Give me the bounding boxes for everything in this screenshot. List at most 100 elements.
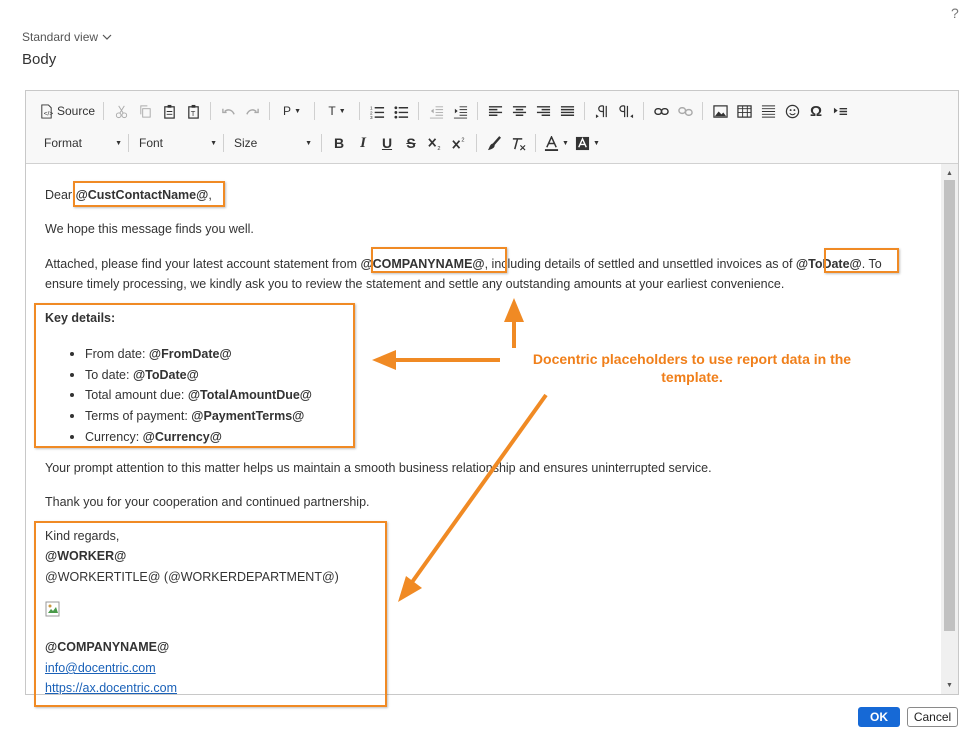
text-direction-ltr-icon <box>595 104 607 118</box>
align-right-button[interactable] <box>531 99 555 123</box>
superscript-button[interactable]: 2 <box>447 131 471 155</box>
paste-button[interactable] <box>157 99 181 123</box>
svg-text:3: 3 <box>370 115 373 119</box>
paste-text-button[interactable]: T <box>181 99 205 123</box>
caret-down-icon: ▼ <box>562 139 569 147</box>
subscript-button[interactable]: 2 <box>423 131 447 155</box>
align-justify-icon <box>560 105 574 116</box>
align-center-button[interactable] <box>507 99 531 123</box>
editor-toolbar: </> Source T P ▼ T ▼ 123 Ω Format ▼ Font… <box>26 91 958 164</box>
key-detail-item: Terms of payment: @PaymentTerms@ <box>67 406 312 427</box>
font-label: Font <box>139 136 164 150</box>
greeting-prefix: Dear <box>45 188 76 202</box>
strikethrough-button[interactable]: S <box>399 131 423 155</box>
clipboard-icon <box>163 104 175 119</box>
unlink-button[interactable] <box>673 99 697 123</box>
emoji-button[interactable] <box>780 99 804 123</box>
underline-button[interactable]: U <box>375 131 399 155</box>
caret-down-icon: ▼ <box>294 107 301 115</box>
indent-button[interactable] <box>448 99 472 123</box>
scrollbar-thumb[interactable] <box>944 180 955 631</box>
align-left-button[interactable] <box>483 99 507 123</box>
help-button[interactable]: ? <box>951 5 959 21</box>
format-combo[interactable]: Format ▼ <box>36 131 126 155</box>
key-detail-placeholder: @ToDate@ <box>132 367 199 382</box>
text-label: T <box>328 104 336 118</box>
intro-line: We hope this message finds you well. <box>45 222 254 236</box>
placeholder-companyname: @COMPANYNAME@ <box>360 257 485 271</box>
rtl-button[interactable] <box>614 99 638 123</box>
align-center-icon <box>512 105 526 116</box>
email-link[interactable]: info@docentric.com <box>45 661 156 675</box>
key-detail-label: From date: <box>85 347 149 361</box>
web-link[interactable]: https://ax.docentric.com <box>45 681 177 694</box>
processing-line: ensure timely processing, we kindly ask … <box>45 277 785 291</box>
key-detail-label: Total amount due: <box>85 388 188 403</box>
placeholder-worker: @WORKER@ <box>45 549 127 563</box>
copy-icon <box>139 104 151 118</box>
paragraph-dropdown[interactable]: P ▼ <box>275 99 309 123</box>
text-color-button[interactable]: ▼ <box>541 131 572 155</box>
bold-icon: B <box>333 135 345 151</box>
scroll-up-icon[interactable]: ▲ <box>941 166 958 180</box>
text-direction-rtl-icon <box>618 104 633 118</box>
key-detail-placeholder: @TotalAmountDue@ <box>187 388 312 403</box>
worker-title-line: @WORKERTITLE@ (@WORKERDEPARTMENT@) <box>45 570 339 584</box>
outdent-button[interactable] <box>424 99 448 123</box>
key-detail-item: To date: @ToDate@ <box>67 365 312 386</box>
cut-button[interactable] <box>109 99 133 123</box>
size-combo[interactable]: Size ▼ <box>226 131 316 155</box>
source-button[interactable]: </> Source <box>36 99 98 123</box>
bulleted-list-button[interactable] <box>389 99 413 123</box>
signature-company: @COMPANYNAME@ <box>45 640 170 654</box>
scroll-down-icon[interactable]: ▼ <box>941 678 958 692</box>
key-detail-label: To date: <box>85 367 133 382</box>
svg-text:</>: </> <box>44 110 54 117</box>
page-break-button[interactable] <box>828 99 852 123</box>
bold-button[interactable]: B <box>327 131 351 155</box>
align-justify-button[interactable] <box>555 99 579 123</box>
table-button[interactable] <box>732 99 756 123</box>
ltr-button[interactable] <box>590 99 614 123</box>
key-detail-item: Currency: @Currency@ <box>67 427 312 448</box>
editor-content[interactable]: Dear @CustContactName@, We hope this mes… <box>26 164 941 694</box>
image-button[interactable] <box>708 99 732 123</box>
cancel-button[interactable]: Cancel <box>907 707 958 727</box>
broken-image-icon <box>45 601 60 617</box>
page-break-icon <box>833 107 847 115</box>
redo-button[interactable] <box>240 99 264 123</box>
font-combo[interactable]: Font ▼ <box>131 131 221 155</box>
table-icon <box>736 104 752 118</box>
copy-button[interactable] <box>133 99 157 123</box>
undo-button[interactable] <box>216 99 240 123</box>
underline-icon: U <box>381 135 393 151</box>
key-detail-placeholder: @Currency@ <box>142 429 222 444</box>
ok-button[interactable]: OK <box>858 707 900 727</box>
remove-format-button[interactable] <box>506 131 530 155</box>
statement-text-c: . To <box>861 257 882 271</box>
text-dropdown[interactable]: T ▼ <box>320 99 354 123</box>
horizontal-rule-button[interactable] <box>756 99 780 123</box>
bulleted-list-icon <box>394 105 408 119</box>
special-char-button[interactable]: Ω <box>804 99 828 123</box>
italic-button[interactable]: I <box>351 131 375 155</box>
placeholder-cust-contact: @CustContactName@ <box>75 188 209 202</box>
view-selector[interactable]: Standard view <box>22 30 112 44</box>
svg-text:T: T <box>190 109 195 118</box>
source-icon: </> <box>41 103 54 119</box>
horizontal-rule-icon <box>761 104 775 118</box>
caret-down-icon: ▼ <box>115 139 122 147</box>
thanks-line: Thank you for your cooperation and conti… <box>45 495 370 509</box>
link-button[interactable] <box>649 99 673 123</box>
link-icon <box>653 107 669 115</box>
vertical-scrollbar[interactable]: ▲ ▼ <box>941 164 958 694</box>
copy-format-button[interactable] <box>482 131 506 155</box>
caret-down-icon: ▼ <box>210 139 217 147</box>
unlink-icon <box>677 106 693 116</box>
statement-text-b: , including details of settled and unset… <box>484 257 796 271</box>
numbered-list-button[interactable]: 123 <box>365 99 389 123</box>
web-link-line: https://ax.docentric.com <box>45 681 177 694</box>
view-label: Standard view <box>22 30 99 44</box>
bg-color-button[interactable]: ▼ <box>572 131 603 155</box>
attention-line: Your prompt attention to this matter hel… <box>45 461 712 475</box>
